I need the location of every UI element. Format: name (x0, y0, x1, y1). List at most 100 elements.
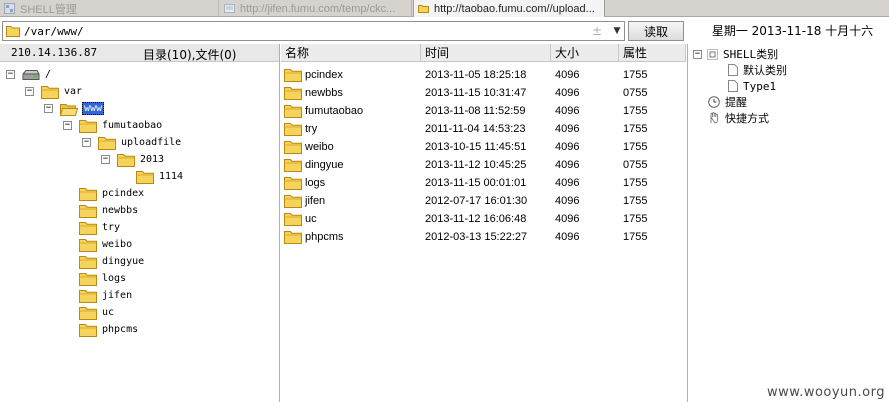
file-time: 2013-11-15 10:31:47 (425, 87, 527, 99)
file-time: 2012-03-13 15:22:27 (425, 231, 528, 243)
dotted-box-icon (707, 48, 718, 60)
tree-node-label: weibo (102, 239, 133, 250)
file-attr: 1755 (623, 123, 648, 135)
collapse-icon[interactable]: − (82, 138, 91, 147)
file-size: 4096 (555, 105, 580, 117)
clock-icon (708, 96, 720, 108)
file-name: logs (305, 177, 326, 189)
file-size: 4096 (555, 177, 580, 189)
tree-node-label: dingyue (102, 256, 145, 267)
folder-open-icon (60, 102, 78, 116)
file-name: dingyue (305, 159, 344, 171)
folder-icon (284, 212, 302, 226)
tab-title: http://jifen.fumu.com/temp/ckc... (240, 2, 396, 15)
tree-node-label: www (82, 102, 105, 115)
tree-node-www[interactable]: − www (44, 100, 105, 117)
collapse-icon[interactable]: − (101, 155, 110, 164)
tab-taobao[interactable]: http://taobao.fumu.com//upload... (413, 0, 605, 17)
reminder-label: 提醒 (725, 96, 747, 109)
reminder-node[interactable]: 提醒 (708, 94, 747, 110)
tree-node-uploadfile[interactable]: − uploadfile (82, 134, 182, 151)
path-input[interactable]: /var/www/ (24, 25, 592, 38)
collapse-icon[interactable]: − (63, 121, 72, 130)
file-size: 4096 (555, 195, 580, 207)
file-attr: 0755 (623, 159, 648, 171)
tree-node-root[interactable]: − / (6, 66, 52, 83)
tree-node-label: var (64, 86, 83, 97)
folder-icon (284, 68, 302, 82)
file-attr: 1755 (623, 69, 648, 81)
folder-icon (284, 140, 302, 154)
tree-node-try[interactable]: try (63, 219, 121, 236)
tree-node-uc[interactable]: uc (63, 304, 115, 321)
file-time: 2013-11-05 18:25:18 (425, 69, 527, 81)
folder-icon (418, 3, 429, 14)
file-name: pcindex (305, 69, 343, 81)
file-size: 4096 (555, 123, 580, 135)
tree-node-fumutaobao[interactable]: − fumutaobao (63, 117, 163, 134)
table-row[interactable]: pcindex 2013-11-05 18:25:18 4096 1755 (281, 66, 686, 84)
tree-node-2013[interactable]: − 2013 (101, 151, 165, 168)
tree-node-newbbs[interactable]: newbbs (63, 202, 139, 219)
directory-tree-panel: 210.14.136.87 目录(10),文件(0) − / − var − www − fu… (0, 44, 280, 402)
table-row[interactable]: logs 2013-11-15 00:01:01 4096 1755 (281, 174, 686, 192)
read-button[interactable]: 读取 (628, 21, 684, 41)
shortcut-node[interactable]: 快捷方式 (708, 110, 769, 126)
shell-category-node[interactable]: − SHELL类别 (693, 46, 778, 62)
shortcut-label: 快捷方式 (725, 112, 769, 125)
chevron-down-icon[interactable]: ▼ (610, 22, 624, 40)
table-row[interactable]: weibo 2013-10-15 11:45:51 4096 1755 (281, 138, 686, 156)
tree-node-label: try (102, 222, 121, 233)
column-size[interactable]: 大小 (551, 44, 619, 62)
default-category-node[interactable]: 默认类别 (728, 62, 787, 78)
column-time[interactable]: 时间 (421, 44, 551, 62)
column-name[interactable]: 名称 (281, 44, 421, 62)
folder-icon (41, 85, 59, 99)
table-row[interactable]: try 2011-11-04 14:53:23 4096 1755 (281, 120, 686, 138)
folder-icon (284, 104, 302, 118)
bookmark-toggle[interactable]: ± (592, 24, 602, 38)
tree-node-phpcms[interactable]: phpcms (63, 321, 139, 338)
drive-icon (22, 69, 40, 81)
folder-icon (79, 272, 97, 286)
file-name: jifen (305, 195, 326, 207)
collapse-icon[interactable]: − (44, 104, 53, 113)
tree-node-label: fumutaobao (102, 120, 163, 131)
file-attr: 1755 (623, 231, 648, 243)
table-row[interactable]: jifen 2012-07-17 16:01:30 4096 1755 (281, 192, 686, 210)
tree-node-pcindex[interactable]: pcindex (63, 185, 145, 202)
folder-icon (98, 136, 116, 150)
folder-icon (79, 323, 97, 337)
tree-header: 210.14.136.87 目录(10),文件(0) (0, 44, 279, 62)
file-size: 4096 (555, 159, 580, 171)
tab-shell-manager[interactable]: SHELL管理 (0, 0, 219, 17)
tree-node-label: 1114 (159, 171, 184, 182)
tree-node-dingyue[interactable]: dingyue (63, 253, 145, 270)
table-row[interactable]: uc 2013-11-12 16:06:48 4096 1755 (281, 210, 686, 228)
date-display: 星期一 2013-11-18 十月十六 (711, 24, 874, 38)
tree-node-var[interactable]: − var (25, 83, 83, 100)
tree-node-label: pcindex (102, 188, 145, 199)
tab-jifen[interactable]: http://jifen.fumu.com/temp/ckc... (220, 0, 412, 17)
collapse-icon[interactable]: − (6, 70, 15, 79)
table-row[interactable]: fumutaobao 2013-11-08 11:52:59 4096 1755 (281, 102, 686, 120)
watermark: www.wooyun.org (766, 385, 885, 400)
collapse-icon[interactable]: − (25, 87, 34, 96)
column-attr[interactable]: 属性 (619, 44, 686, 62)
path-combobox[interactable]: /var/www/ ± ▼ (2, 21, 625, 41)
tree-node-weibo[interactable]: weibo (63, 236, 133, 253)
table-row[interactable]: phpcms 2012-03-13 15:22:27 4096 1755 (281, 228, 686, 246)
file-size: 4096 (555, 213, 580, 225)
collapse-icon[interactable]: − (693, 49, 702, 59)
file-attr: 1755 (623, 141, 648, 153)
table-row[interactable]: newbbs 2013-11-15 10:31:47 4096 0755 (281, 84, 686, 102)
table-row[interactable]: dingyue 2013-11-12 10:45:25 4096 0755 (281, 156, 686, 174)
folder-icon (79, 238, 97, 252)
tree-node-logs[interactable]: logs (63, 270, 127, 287)
type1-node[interactable]: Type1 (728, 78, 776, 94)
server-ip: 210.14.136.87 (11, 46, 98, 59)
folder-icon (79, 187, 97, 201)
tree-node-jifen[interactable]: jifen (63, 287, 133, 304)
tree-node-1114[interactable]: 1114 (120, 168, 184, 185)
shell-category-panel: − SHELL类别 默认类别 Type1 提醒 快捷方式 (687, 44, 889, 402)
